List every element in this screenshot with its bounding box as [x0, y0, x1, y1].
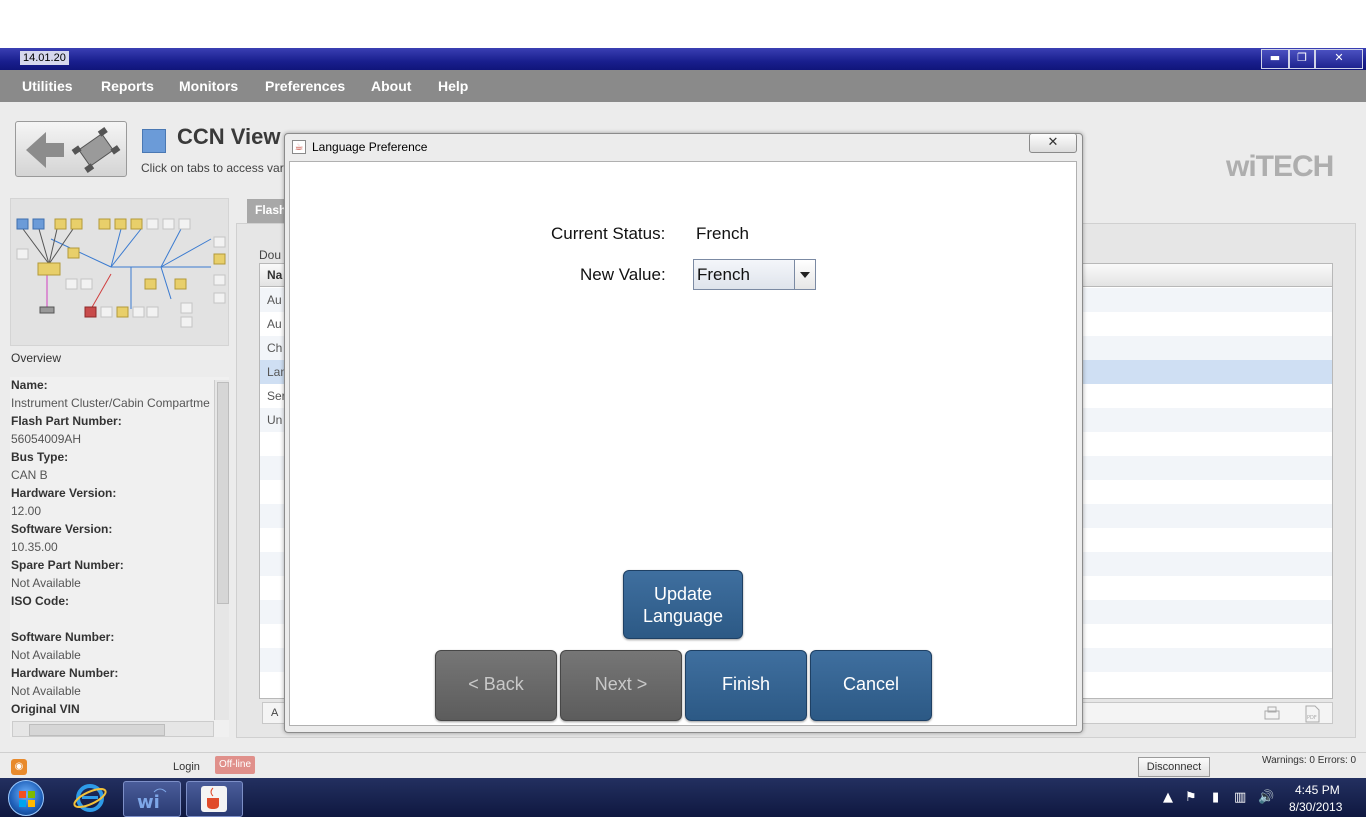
start-button[interactable]	[8, 780, 44, 816]
info-line: Flash Part Number:	[11, 414, 122, 428]
info-line: Bus Type:	[11, 450, 69, 464]
page-hint: Click on tabs to access var	[141, 161, 284, 175]
action-center-flag-icon[interactable]: ⚑	[1185, 790, 1197, 805]
info-line: Hardware Version:	[11, 486, 117, 500]
info-line: 10.35.00	[11, 540, 58, 554]
info-line: ISO Code:	[11, 594, 70, 608]
current-status-label: Current Status:	[551, 224, 666, 243]
show-hidden-icons-icon[interactable]: ▲	[1163, 790, 1173, 805]
restore-button[interactable]: ❐	[1289, 49, 1315, 69]
scroll-thumb[interactable]	[217, 382, 229, 604]
info-line: Instrument Cluster/Cabin Compartme	[11, 396, 210, 410]
overview-label: Overview	[11, 351, 62, 365]
witech-logo: wiTECH	[1226, 150, 1334, 183]
menu-reports[interactable]: Reports	[101, 78, 154, 94]
new-value-label: New Value:	[580, 265, 666, 284]
finish-button[interactable]: Finish	[685, 650, 807, 721]
info-line: 12.00	[11, 504, 42, 518]
tab-flash[interactable]: Flash	[247, 199, 287, 223]
table-cell: Ch	[267, 341, 283, 355]
info-line: Original VIN	[11, 702, 80, 716]
disconnect-button[interactable]: Disconnect	[1138, 757, 1210, 777]
update-language-label-line1: Update	[653, 584, 713, 604]
menu-bar: Utilities Reports Monitors Preferences A…	[0, 70, 1366, 102]
menu-utilities[interactable]: Utilities	[22, 78, 73, 94]
menu-about[interactable]: About	[371, 78, 411, 94]
module-color-icon	[142, 129, 166, 153]
topology-graph-icon	[16, 218, 226, 328]
witech-app-icon: wi	[137, 788, 167, 813]
taskbar-date[interactable]: 8/30/2013	[1289, 800, 1342, 814]
java-icon: ☕	[292, 140, 306, 154]
info-line: Not Available	[11, 576, 81, 590]
scroll-thumb[interactable]	[29, 724, 165, 736]
info-line: Name:	[11, 378, 48, 392]
internet-explorer-icon	[73, 784, 107, 812]
back-nav-button[interactable]	[15, 121, 127, 177]
close-button[interactable]: ✕	[1315, 49, 1363, 69]
java-taskbar-button[interactable]	[186, 781, 243, 817]
update-language-button[interactable]: Update Language	[623, 570, 743, 639]
table-cell: Au	[267, 293, 282, 307]
info-vertical-scrollbar[interactable]	[214, 380, 229, 720]
update-language-label-line2: Language	[642, 606, 724, 626]
table-cell: Un	[267, 413, 283, 427]
menu-help[interactable]: Help	[438, 78, 468, 94]
window-title-bar: 14.01.20 ▬ ❐ ✕	[0, 48, 1366, 70]
back-button[interactable]: < Back	[435, 650, 557, 721]
info-line: CAN B	[11, 468, 48, 482]
dialog-close-button[interactable]: ✕	[1029, 133, 1077, 153]
table-cell: Au	[267, 317, 282, 331]
info-line: Software Number:	[11, 630, 115, 644]
minimize-button[interactable]: ▬	[1261, 49, 1289, 69]
info-line: Software Version:	[11, 522, 113, 536]
login-link[interactable]: Login	[173, 761, 200, 773]
warnings-errors-status: Warnings: 0 Errors: 0	[1262, 755, 1357, 766]
footer-text: A	[271, 707, 279, 719]
next-button[interactable]: Next >	[560, 650, 682, 721]
window-title: 14.01.20	[20, 51, 69, 65]
offline-badge: Off-line	[215, 756, 255, 774]
column-header-name[interactable]: Na	[267, 268, 282, 282]
svg-text:wi: wi	[137, 792, 160, 813]
menu-monitors[interactable]: Monitors	[179, 78, 238, 94]
java-cup-icon	[201, 786, 227, 812]
battery-icon[interactable]: ▮	[1212, 790, 1219, 805]
info-horizontal-scrollbar[interactable]	[12, 721, 214, 737]
taskbar-time[interactable]: 4:45 PM	[1295, 783, 1340, 797]
chevron-down-icon[interactable]	[794, 260, 815, 289]
network-icon[interactable]: ▥	[1234, 790, 1246, 805]
info-line: Hardware Number:	[11, 666, 119, 680]
pdf-icon[interactable]: PDF	[1303, 704, 1321, 724]
rss-icon[interactable]: ◉	[11, 759, 27, 775]
info-line: Not Available	[11, 684, 81, 698]
language-select-value: French	[697, 265, 750, 284]
module-info-panel: Name: Instrument Cluster/Cabin Compartme…	[10, 377, 229, 737]
svg-text:PDF: PDF	[1307, 715, 1317, 721]
info-line: Spare Part Number:	[11, 558, 124, 572]
info-line: Not Available	[11, 648, 81, 662]
print-icon[interactable]	[1263, 705, 1281, 723]
dialog-body	[289, 161, 1077, 726]
table-hint: Dou	[259, 248, 282, 262]
back-arrow-icon	[26, 127, 121, 173]
table-cell: Ser	[267, 389, 286, 403]
info-line: 56054009AH	[11, 432, 82, 446]
internet-explorer-taskbar-button[interactable]	[68, 781, 112, 815]
cancel-button[interactable]: Cancel	[810, 650, 932, 721]
windows-logo-icon	[19, 791, 35, 807]
current-status-value: French	[696, 224, 749, 243]
language-select[interactable]: French	[693, 259, 816, 290]
dialog-title: Language Preference	[312, 140, 428, 154]
witech-taskbar-button[interactable]: wi	[123, 781, 181, 817]
menu-preferences[interactable]: Preferences	[265, 78, 345, 94]
volume-icon[interactable]: 🔊	[1258, 790, 1274, 805]
page-title: CCN View	[177, 124, 281, 149]
network-topology-diagram[interactable]	[10, 198, 229, 346]
